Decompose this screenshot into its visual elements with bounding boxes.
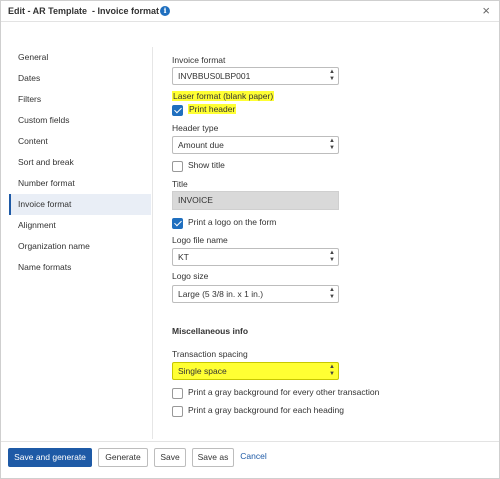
- gray-heading-label: Print a gray background for each heading: [188, 405, 344, 415]
- sidebar-item-content[interactable]: Content: [9, 131, 151, 152]
- generate-button[interactable]: Generate: [98, 448, 148, 467]
- dialog-title: Edit - AR Template - Invoice format: [8, 6, 160, 16]
- footer-divider: [1, 441, 499, 442]
- transaction-spacing-select[interactable]: Single space ▲ ▼: [172, 362, 339, 380]
- sidebar-item-dates[interactable]: Dates: [9, 68, 151, 89]
- info-icon[interactable]: i: [160, 6, 170, 16]
- show-title-checkbox[interactable]: [172, 161, 183, 172]
- show-title-label: Show title: [188, 160, 225, 170]
- laser-format-label: Laser format (blank paper): [172, 91, 275, 101]
- select-arrows-icon: ▲ ▼: [329, 250, 335, 263]
- sidebar-item-custom-fields[interactable]: Custom fields: [9, 110, 151, 131]
- header-type-select[interactable]: Amount due ▲ ▼: [172, 136, 339, 154]
- transaction-spacing-value: Single space: [178, 366, 227, 376]
- save-as-button[interactable]: Save as: [192, 448, 234, 467]
- invoice-format-label: Invoice format: [172, 55, 226, 65]
- sidebar-item-name-formats[interactable]: Name formats: [9, 257, 151, 278]
- invoice-format-value: INVBBUS0LBP001: [178, 71, 251, 81]
- logo-size-label: Logo size: [172, 271, 209, 281]
- save-button[interactable]: Save: [154, 448, 186, 467]
- transaction-spacing-label: Transaction spacing: [172, 349, 248, 359]
- sidebar-item-alignment[interactable]: Alignment: [9, 215, 151, 236]
- logo-size-value: Large (5 3/8 in. x 1 in.): [178, 289, 264, 299]
- logo-file-value: KT: [178, 252, 189, 262]
- select-arrows-icon: ▲ ▼: [329, 138, 335, 151]
- edit-dialog: Edit - AR Template - Invoice format i × …: [0, 0, 500, 479]
- select-arrows-icon: ▲ ▼: [329, 287, 335, 300]
- print-logo-checkbox[interactable]: [172, 218, 183, 229]
- laser-format-text: Laser format (blank paper): [172, 91, 275, 101]
- title-label: Title: [172, 179, 188, 189]
- sidebar-item-sort-and-break[interactable]: Sort and break: [9, 152, 151, 173]
- sidebar-item-number-format[interactable]: Number format: [9, 173, 151, 194]
- logo-size-select[interactable]: Large (5 3/8 in. x 1 in.) ▲ ▼: [172, 285, 339, 303]
- sidebar-divider: [152, 47, 153, 439]
- close-icon[interactable]: ×: [482, 4, 490, 18]
- gray-every-other-label: Print a gray background for every other …: [188, 387, 380, 397]
- logo-file-select[interactable]: KT ▲ ▼: [172, 248, 339, 266]
- select-arrows-icon: ▲ ▼: [329, 69, 335, 82]
- logo-file-label: Logo file name: [172, 235, 228, 245]
- dialog-titlebar: Edit - AR Template - Invoice format i ×: [1, 1, 499, 22]
- sidebar-nav: General Dates Filters Custom fields Cont…: [9, 47, 151, 278]
- invoice-format-select[interactable]: INVBBUS0LBP001 ▲ ▼: [172, 67, 339, 85]
- print-header-label: Print header: [188, 104, 237, 114]
- print-header-checkbox[interactable]: [172, 105, 183, 116]
- print-logo-label: Print a logo on the form: [188, 217, 277, 227]
- select-arrows-icon: ▲ ▼: [329, 364, 335, 377]
- sidebar-item-general[interactable]: General: [9, 47, 151, 68]
- title-field[interactable]: INVOICE: [172, 191, 339, 210]
- cancel-link[interactable]: Cancel: [238, 448, 269, 467]
- gray-every-other-checkbox[interactable]: [172, 388, 183, 399]
- header-type-label: Header type: [172, 123, 219, 133]
- sidebar-item-filters[interactable]: Filters: [9, 89, 151, 110]
- header-type-value: Amount due: [178, 140, 224, 150]
- save-and-generate-button[interactable]: Save and generate: [8, 448, 92, 467]
- misc-info-heading: Miscellaneous info: [172, 326, 249, 336]
- sidebar-item-invoice-format[interactable]: Invoice format: [9, 194, 151, 215]
- gray-heading-checkbox[interactable]: [172, 406, 183, 417]
- sidebar-item-organization-name[interactable]: Organization name: [9, 236, 151, 257]
